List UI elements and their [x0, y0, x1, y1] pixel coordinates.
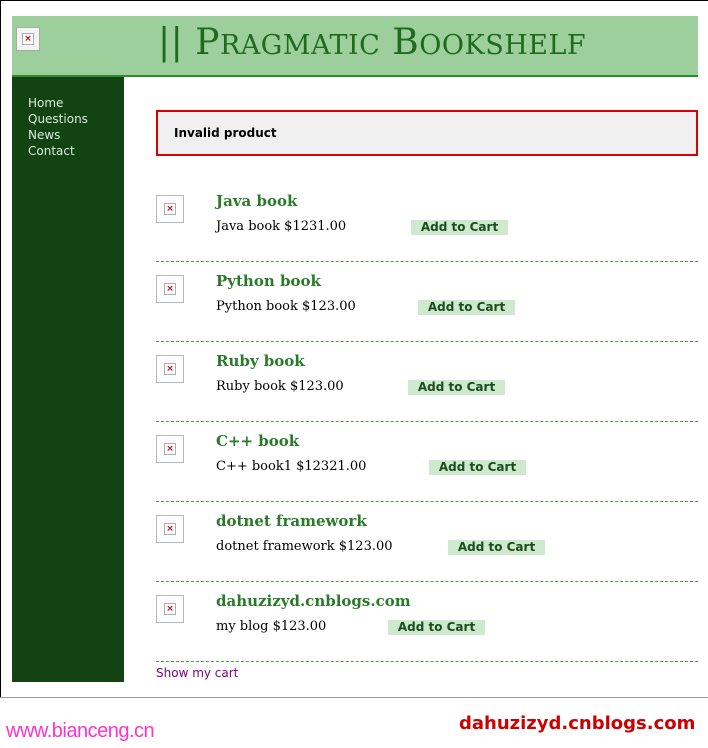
error-notice: Invalid product [156, 110, 698, 156]
product-entry: × Python book Python book $123.00 Add to… [156, 262, 698, 342]
broken-image-icon: × [164, 523, 176, 535]
sidebar-item-home[interactable]: Home [28, 95, 88, 111]
add-to-cart-button[interactable]: Add to Cart [418, 300, 515, 315]
product-divider [156, 661, 698, 662]
sidebar-nav: Home Questions News Contact [28, 95, 88, 159]
watermark-left: www.bianceng.cn [6, 720, 155, 742]
product-description: Python book $123.00 [216, 299, 356, 314]
product-entry: × Ruby book Ruby book $123.00 Add to Car… [156, 342, 698, 422]
title-initial-b: B [380, 22, 420, 63]
show-cart-link[interactable]: Show my cart [156, 666, 238, 680]
product-image: × [156, 195, 184, 223]
product-title: Ruby book [216, 352, 305, 370]
title-word-bookshelf: OOKSHELF [419, 30, 587, 61]
window-bottom-border [0, 697, 708, 698]
product-image: × [156, 355, 184, 383]
title-word-pragmatic: RAGMATIC [219, 30, 381, 61]
product-description: C++ book1 $12321.00 [216, 459, 367, 474]
broken-image-icon: × [164, 203, 176, 215]
product-title: C++ book [216, 432, 300, 450]
product-entry: × dotnet framework dotnet framework $123… [156, 502, 698, 582]
title-initial-p: || P [158, 22, 220, 63]
product-title: Python book [216, 272, 321, 290]
sidebar-item-news[interactable]: News [28, 127, 88, 143]
add-to-cart-button[interactable]: Add to Cart [411, 220, 508, 235]
broken-image-icon: × [164, 443, 176, 455]
product-image: × [156, 515, 184, 543]
product-entry: × C++ book C++ book1 $12321.00 Add to Ca… [156, 422, 698, 502]
add-to-cart-button[interactable]: Add to Cart [448, 540, 545, 555]
broken-image-icon: × [164, 363, 176, 375]
product-title: dahuzizyd.cnblogs.com [216, 592, 411, 610]
product-description: Java book $1231.00 [216, 219, 347, 234]
sidebar-item-contact[interactable]: Contact [28, 143, 88, 159]
site-banner: × || PRAGMATIC BOOKSHELF [12, 16, 698, 77]
broken-image-icon: × [164, 283, 176, 295]
logo-image: × [16, 27, 40, 51]
add-to-cart-button[interactable]: Add to Cart [408, 380, 505, 395]
window-top-border [0, 0, 708, 1]
product-title: dotnet framework [216, 512, 367, 530]
sidebar-item-questions[interactable]: Questions [28, 111, 88, 127]
product-image: × [156, 275, 184, 303]
product-title: Java book [216, 192, 298, 210]
product-entry: × dahuzizyd.cnblogs.com my blog $123.00 … [156, 582, 698, 662]
product-description: Ruby book $123.00 [216, 379, 344, 394]
watermark-right: dahuzizyd.cnblogs.com [459, 713, 696, 734]
broken-image-icon: × [164, 603, 176, 615]
sidebar: Home Questions News Contact [12, 77, 124, 682]
site-title: || PRAGMATIC BOOKSHELF [158, 22, 586, 63]
product-description: my blog $123.00 [216, 619, 327, 634]
product-description: dotnet framework $123.00 [216, 539, 393, 554]
add-to-cart-button[interactable]: Add to Cart [429, 460, 526, 475]
window-left-border [0, 0, 1, 697]
broken-image-icon: × [22, 33, 34, 45]
add-to-cart-button[interactable]: Add to Cart [388, 620, 485, 635]
product-image: × [156, 435, 184, 463]
product-image: × [156, 595, 184, 623]
error-notice-text: Invalid product [174, 126, 277, 140]
product-entry: × Java book Java book $1231.00 Add to Ca… [156, 182, 698, 262]
